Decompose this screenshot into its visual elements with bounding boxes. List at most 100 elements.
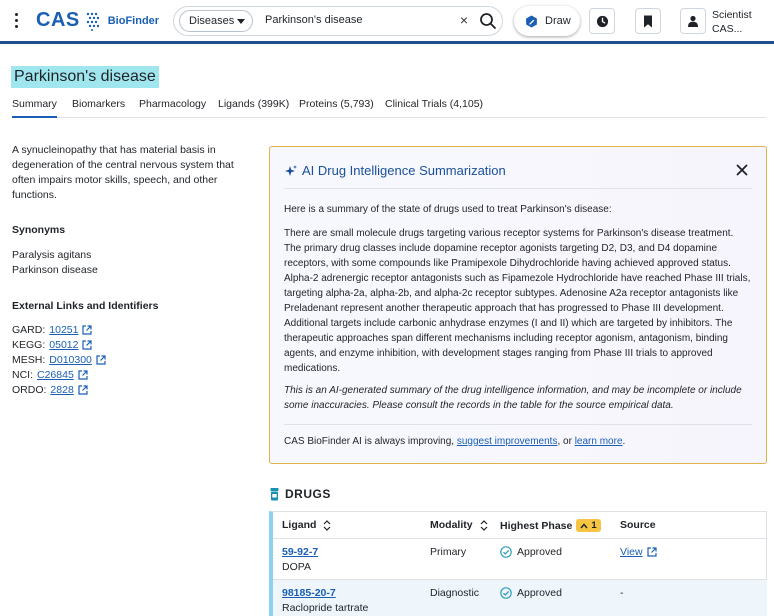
drugs-section-header: DRUGS [270,487,331,501]
synonym-item: Parkinson disease [12,264,98,276]
divider [284,424,752,425]
search-type-label: Diseases [189,15,235,27]
external-link-icon[interactable] [96,355,106,365]
bookmark-icon [644,15,652,27]
tab-clinical-trials[interactable]: Clinical Trials (4,105) [385,97,483,118]
search-input[interactable]: Parkinson's disease [265,14,363,26]
highest-phase-column-header[interactable]: Highest Phase 1 [500,519,601,532]
column-header-label: Ligand [282,519,317,531]
external-link-label: MESH: [12,354,46,366]
external-links-heading: External Links and Identifiers [12,300,159,312]
hexagon-draw-icon [526,14,537,28]
external-link-row: KEGG: 05012 [12,339,93,351]
user-name-line1: Scientist [712,9,752,21]
modality-cell: Diagnostic [430,587,480,599]
ligand-cell: 59-92-7 DOPA [282,546,318,573]
sort-order-number: 1 [591,520,597,531]
external-link-label: ORDO: [12,384,47,396]
sort-icon[interactable] [323,519,331,531]
clear-search-icon[interactable]: × [457,13,471,27]
user-icon [688,15,698,27]
source-column-header: Source [620,519,656,531]
drugs-table: Ligand Modality Highest Phase 1 Source 5… [269,511,767,616]
table-row[interactable]: 59-92-7 DOPA Primary Approved View [273,538,767,579]
draw-button[interactable]: Draw [514,6,580,36]
view-source-link[interactable]: View [620,546,657,558]
source-cell: - [620,587,624,599]
external-link-label: GARD: [12,324,46,336]
ai-footer-text: , or [557,436,572,447]
nci-link[interactable]: C26845 [37,369,74,381]
sort-icon[interactable] [480,519,488,531]
tab-bar: Summary Biomarkers Pharmacology Ligands … [12,97,766,118]
external-link-row: ORDO: 2828 [12,384,88,396]
ligand-cell: 98185-20-7 Raclopride tartrate [282,587,368,614]
tab-summary[interactable]: Summary [12,97,57,118]
external-link-icon[interactable] [78,370,88,380]
suggest-improvements-link[interactable]: suggest improvements [457,436,558,447]
tab-ligands[interactable]: Ligands (399K) [218,97,289,118]
ai-summary-header: AI Drug Intelligence Summarization [285,163,506,178]
ordo-link[interactable]: 2828 [50,384,73,396]
phase-cell: Approved [500,587,562,599]
phase-label: Approved [517,587,562,599]
user-menu-button[interactable] [680,8,706,34]
column-header-label: Highest Phase [500,519,573,532]
modality-column-header[interactable]: Modality [430,519,488,531]
mesh-link[interactable]: D010300 [49,354,92,366]
search-type-dropdown[interactable]: Diseases [179,10,253,32]
user-name-line2: CAS... [712,23,743,35]
source-cell: View [620,546,657,558]
modality-cell: Primary [430,546,467,558]
table-row[interactable]: 98185-20-7 Raclopride tartrate Diagnosti… [273,579,767,616]
pill-bottle-icon [270,487,279,500]
ligand-cas-link[interactable]: 98185-20-7 [282,587,336,599]
learn-more-link[interactable]: learn more [575,436,623,447]
ai-summary-card: AI Drug Intelligence Summarization Here … [269,146,767,464]
phase-cell: Approved [500,546,562,558]
kegg-link[interactable]: 05012 [49,339,78,351]
column-header-label: Modality [430,519,473,531]
ligand-column-header[interactable]: Ligand [282,519,331,531]
ai-footer-text: CAS BioFinder AI is always improving, [284,436,455,447]
user-name[interactable]: Scientist CAS... [712,8,752,36]
external-link-icon[interactable] [78,385,88,395]
external-link-row: MESH: D010300 [12,354,106,366]
more-menu-icon[interactable] [14,13,20,31]
sparkle-icon [285,164,297,176]
external-link-row: NCI: C26845 [12,369,88,381]
tab-proteins[interactable]: Proteins (5,793) [299,97,374,118]
view-source-label: View [620,546,643,558]
ai-footer: CAS BioFinder AI is always improving, su… [284,436,625,447]
top-bar: CAS BioFinder Diseases Parkinson's disea… [0,0,774,44]
gard-link[interactable]: 10251 [49,324,78,336]
ligand-name: Raclopride tartrate [282,602,369,614]
ai-summary-title: AI Drug Intelligence Summarization [302,163,506,178]
search-bar: Diseases Parkinson's disease × [173,6,503,36]
column-header-label: Source [620,519,656,531]
tab-biomarkers[interactable]: Biomarkers [72,97,125,118]
drugs-heading: DRUGS [285,487,331,501]
cas-biofinder-logo[interactable]: CAS BioFinder [36,9,159,32]
bookmarks-button[interactable] [635,8,661,34]
sort-order-badge[interactable]: 1 [576,519,601,532]
external-link-icon[interactable] [82,340,93,350]
logo-text: CAS [36,9,80,31]
draw-label: Draw [545,15,571,27]
check-circle-icon [500,587,512,599]
ai-summary-intro: Here is a summary of the state of drugs … [284,204,612,215]
clock-icon [596,15,608,27]
close-icon[interactable] [736,164,748,176]
ligand-name: DOPA [282,561,311,573]
external-link-label: KEGG: [12,339,46,351]
external-link-icon[interactable] [82,325,93,335]
ai-summary-body: There are small molecule drugs targeting… [284,228,751,374]
product-name: BioFinder [107,14,160,27]
search-icon[interactable] [479,12,497,30]
ligand-cas-link[interactable]: 59-92-7 [282,546,318,558]
history-button[interactable] [589,8,615,34]
chevron-up-icon [580,522,588,528]
tab-pharmacology[interactable]: Pharmacology [139,97,206,118]
synonyms-heading: Synonyms [12,224,66,236]
divider [284,188,752,189]
